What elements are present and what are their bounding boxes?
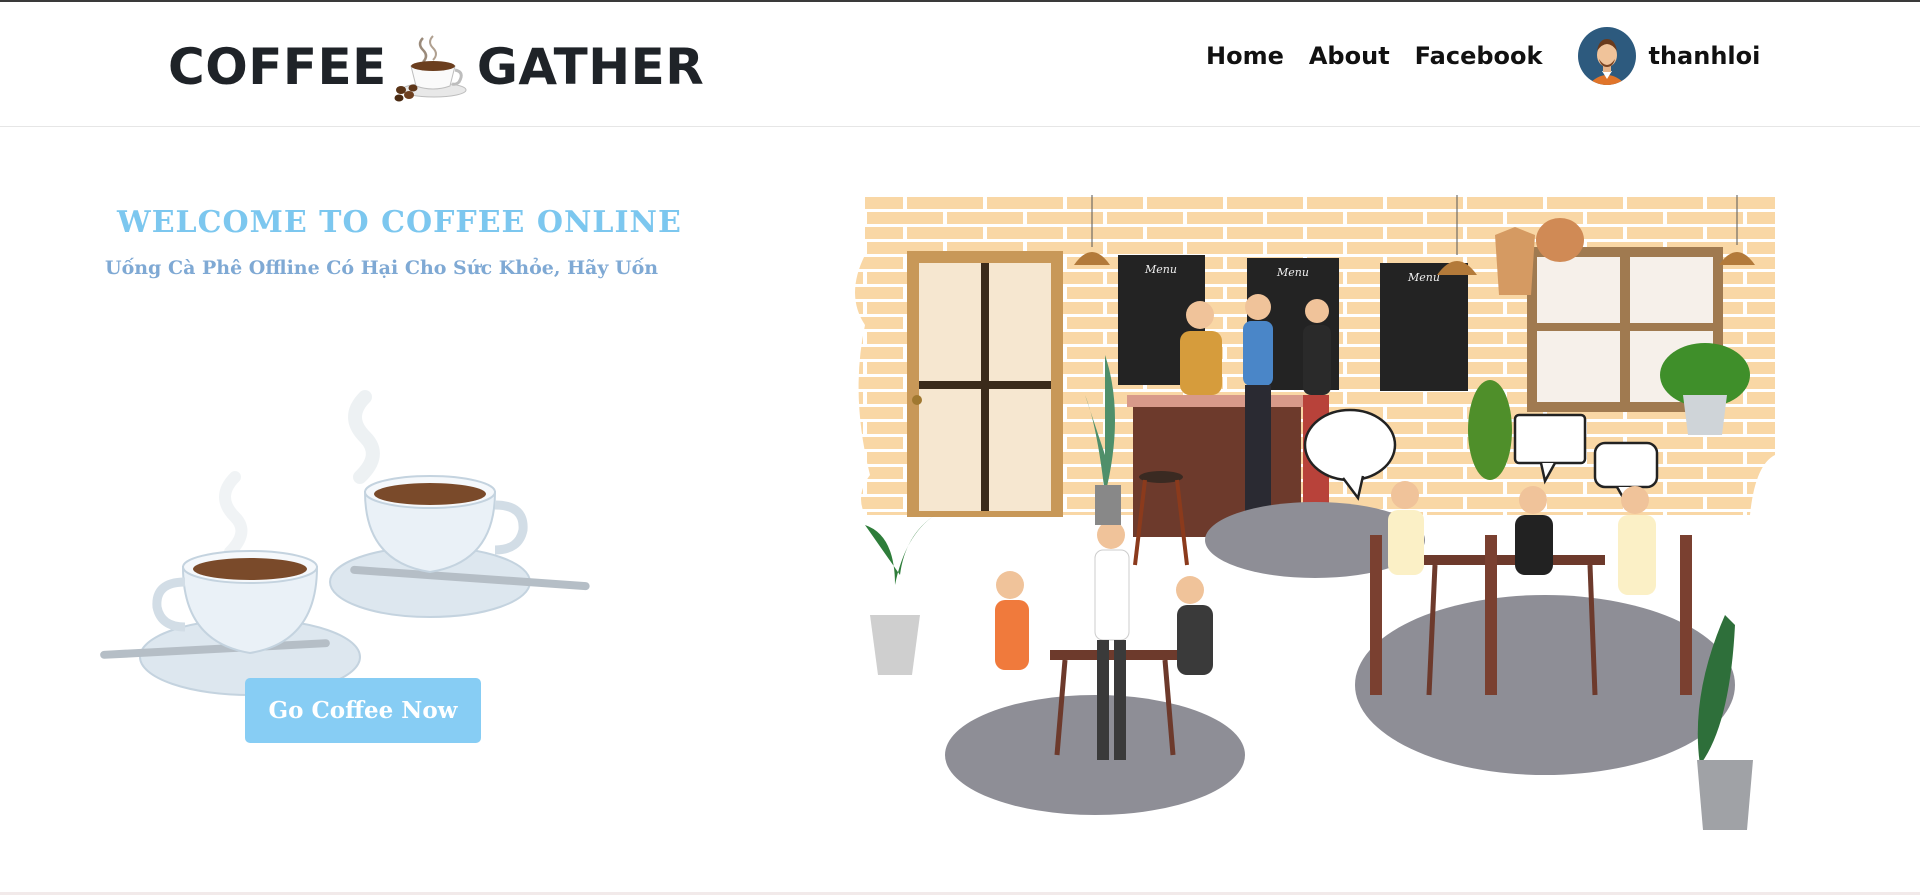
main-nav: Home About Facebook thanhloi [1206,27,1760,85]
menu-board-label-3: Menu [1407,271,1440,284]
user-avatar-icon [1578,27,1637,85]
site-header: COFFEE GATHER Home About Facebook thanhl… [0,2,1920,127]
floor-shadow-left [945,695,1245,815]
nav-facebook[interactable]: Facebook [1415,42,1543,70]
menu-board-label-2: Menu [1276,266,1309,279]
cafe-scene-illustration: Menu Menu Menu [855,195,1775,830]
coffee-cup-icon [394,35,467,102]
steam-icon [219,390,380,558]
site-logo[interactable]: COFFEE GATHER [168,32,704,102]
coffee-cup-back [329,475,590,618]
user-menu[interactable]: thanhloi [1578,27,1760,85]
nav-home[interactable]: Home [1206,42,1284,70]
logo-text-right: GATHER [476,38,705,96]
hero-tagline: Uống Cà Phê Offline Có Hại Cho Sức Khỏe,… [105,257,659,279]
hero-section: WELCOME TO COFFEE ONLINE Uống Cà Phê Off… [0,127,800,887]
avatar[interactable] [1578,27,1637,85]
coffee-cup-front [100,550,361,696]
go-coffee-now-button[interactable]: Go Coffee Now [245,678,481,743]
menu-board-label-1: Menu [1144,263,1177,276]
user-name: thanhloi [1648,42,1761,70]
nav-about[interactable]: About [1309,42,1390,70]
welcome-heading: WELCOME TO COFFEE ONLINE [117,205,682,240]
cafe-door [907,251,1063,517]
floor-shadow-right [1355,595,1735,775]
logo-text-left: COFFEE [168,38,387,96]
menu-boards: Menu Menu Menu [1118,255,1468,391]
